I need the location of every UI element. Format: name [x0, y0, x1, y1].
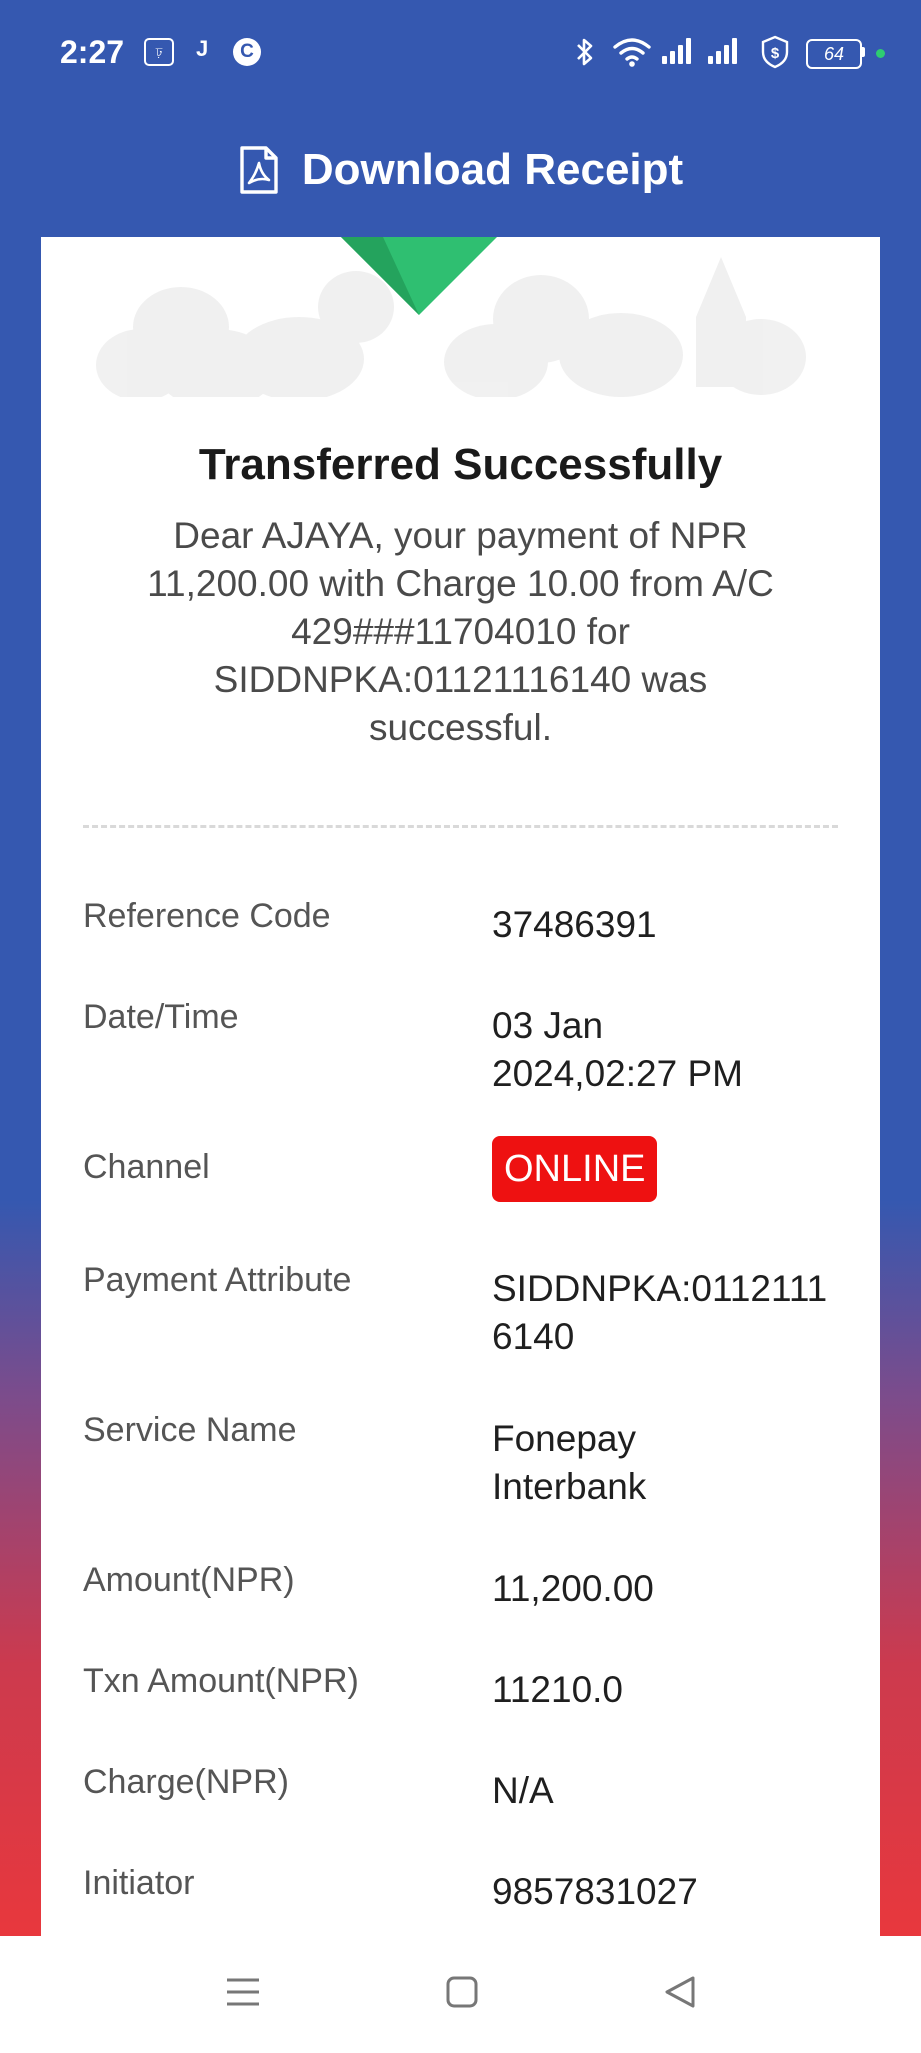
status-bar: 2:27 ঢ় J C $ 64: [0, 0, 921, 106]
detail-value: 11210.0: [492, 1669, 623, 1710]
back-button[interactable]: [641, 1936, 721, 2048]
receipt-message: Dear AJAYA, your payment of NPR 11,200.0…: [147, 515, 774, 748]
menu-icon: [227, 1978, 259, 2006]
j-icon: J: [196, 36, 209, 61]
dashed-divider: [83, 825, 838, 828]
detail-label: Payment Attribute: [83, 1261, 352, 1299]
detail-value: 03 Jan 2024,02:27 PM: [492, 1005, 743, 1094]
success-illustration: [96, 237, 806, 397]
shield-dollar-icon: $: [761, 35, 789, 69]
battery-icon: 64: [806, 39, 862, 69]
detail-label: Date/Time: [83, 998, 239, 1036]
status-time: 2:27: [60, 34, 125, 70]
detail-label: Amount(NPR): [83, 1561, 295, 1599]
home-button[interactable]: [422, 1936, 502, 2048]
header-title: Download Receipt: [301, 145, 684, 194]
detail-value: 9857831027: [492, 1871, 698, 1912]
notification-box-icon: ঢ়: [144, 38, 174, 66]
wifi-icon: [613, 38, 651, 67]
menu-button[interactable]: [203, 1936, 283, 2048]
signal-icon: [662, 38, 691, 64]
c-circle-icon: C: [233, 38, 261, 66]
svg-text:$: $: [771, 45, 780, 62]
detail-value: Fonepay Interbank: [492, 1418, 647, 1507]
battery-tip: [861, 47, 865, 57]
receipt-card: Transferred Successfully Dear AJAYA, you…: [41, 237, 880, 1936]
detail-label: Charge(NPR): [83, 1763, 289, 1801]
status-dot: [876, 49, 885, 58]
detail-value: SIDDNPKA:01121116140: [492, 1268, 828, 1357]
back-triangle-icon: [665, 1976, 695, 2008]
bluetooth-icon: [577, 38, 593, 66]
detail-label: Initiator: [83, 1864, 195, 1902]
detail-label: Channel: [83, 1148, 210, 1186]
receipt-title: Transferred Successfully: [198, 440, 723, 489]
download-receipt-button[interactable]: Download Receipt: [0, 130, 921, 210]
signal-icon: [708, 38, 737, 64]
detail-value: 11,200.00: [492, 1568, 654, 1609]
detail-label: Service Name: [83, 1411, 297, 1449]
channel-badge: ONLINE: [492, 1136, 658, 1202]
detail-value: N/A: [492, 1770, 554, 1811]
detail-value: 37486391: [492, 904, 657, 945]
detail-label: Txn Amount(NPR): [83, 1662, 359, 1700]
pdf-file-icon: [240, 146, 278, 194]
home-square-icon: [446, 1976, 478, 2008]
navigation-bar: [0, 1936, 921, 2048]
detail-label: Reference Code: [83, 897, 331, 935]
